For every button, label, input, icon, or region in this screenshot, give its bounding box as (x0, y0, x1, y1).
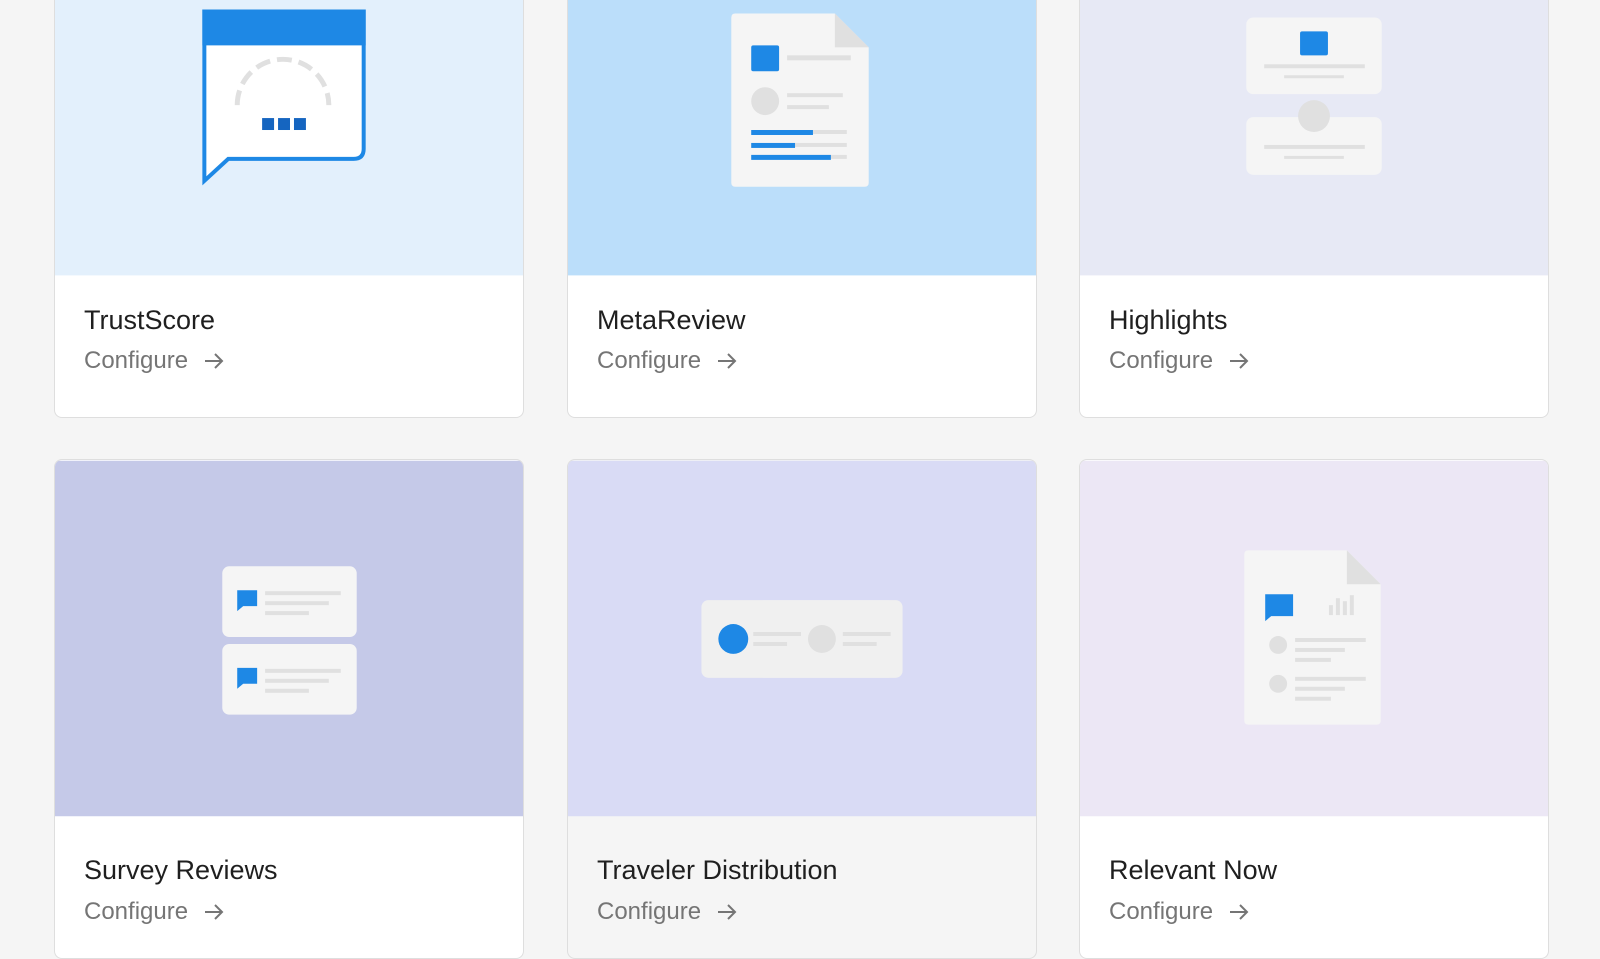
arrow-right-icon (205, 353, 224, 369)
arrow-right-icon (718, 353, 737, 369)
configure-link[interactable]: Configure (1109, 900, 1251, 924)
card-title: Survey Reviews (84, 855, 278, 885)
card-title: MetaReview (597, 305, 746, 335)
speech-bubble-gauge-icon (55, 0, 523, 276)
card-illustration (1080, 0, 1548, 276)
configure-label: Configure (597, 898, 702, 925)
widget-card-survey-reviews[interactable]: Survey Reviews Configure (54, 459, 524, 959)
card-illustration (55, 460, 523, 817)
configure-label: Configure (1109, 347, 1214, 374)
configure-link[interactable]: Configure (84, 900, 226, 924)
widget-card-metareview[interactable]: MetaReview Configure (567, 0, 1037, 418)
configure-link[interactable]: Configure (1109, 349, 1251, 373)
card-illustration (55, 0, 523, 276)
card-illustration (1080, 460, 1548, 817)
configure-label: Configure (84, 898, 189, 925)
report-document-icon (1080, 460, 1548, 817)
document-icon (568, 0, 1036, 276)
card-title: Relevant Now (1109, 855, 1278, 885)
configure-link[interactable]: Configure (597, 349, 739, 373)
highlight-cards-icon (1080, 0, 1548, 276)
widget-card-trustscore[interactable]: TrustScore Configure (54, 0, 524, 418)
card-title: Traveler Distribution (597, 855, 838, 885)
configure-label: Configure (1109, 898, 1214, 925)
configure-label: Configure (597, 347, 702, 374)
card-title: TrustScore (84, 305, 216, 335)
arrow-right-icon (1230, 904, 1249, 920)
distribution-toggle-icon (568, 460, 1036, 817)
arrow-right-icon (205, 904, 224, 920)
arrow-right-icon (1230, 353, 1249, 369)
widget-card-highlights[interactable]: Highlights Configure (1079, 0, 1549, 418)
card-title: Highlights (1109, 305, 1228, 335)
configure-link[interactable]: Configure (597, 900, 739, 924)
arrow-right-icon (718, 904, 737, 920)
card-illustration (568, 0, 1036, 276)
configure-link[interactable]: Configure (84, 349, 226, 373)
widget-card-traveler-distribution[interactable]: Traveler Distribution Configure (567, 459, 1037, 959)
widget-card-relevant-now[interactable]: Relevant Now Configure (1079, 459, 1549, 959)
card-illustration (568, 460, 1036, 817)
configure-label: Configure (84, 347, 189, 374)
review-list-icon (55, 460, 523, 817)
